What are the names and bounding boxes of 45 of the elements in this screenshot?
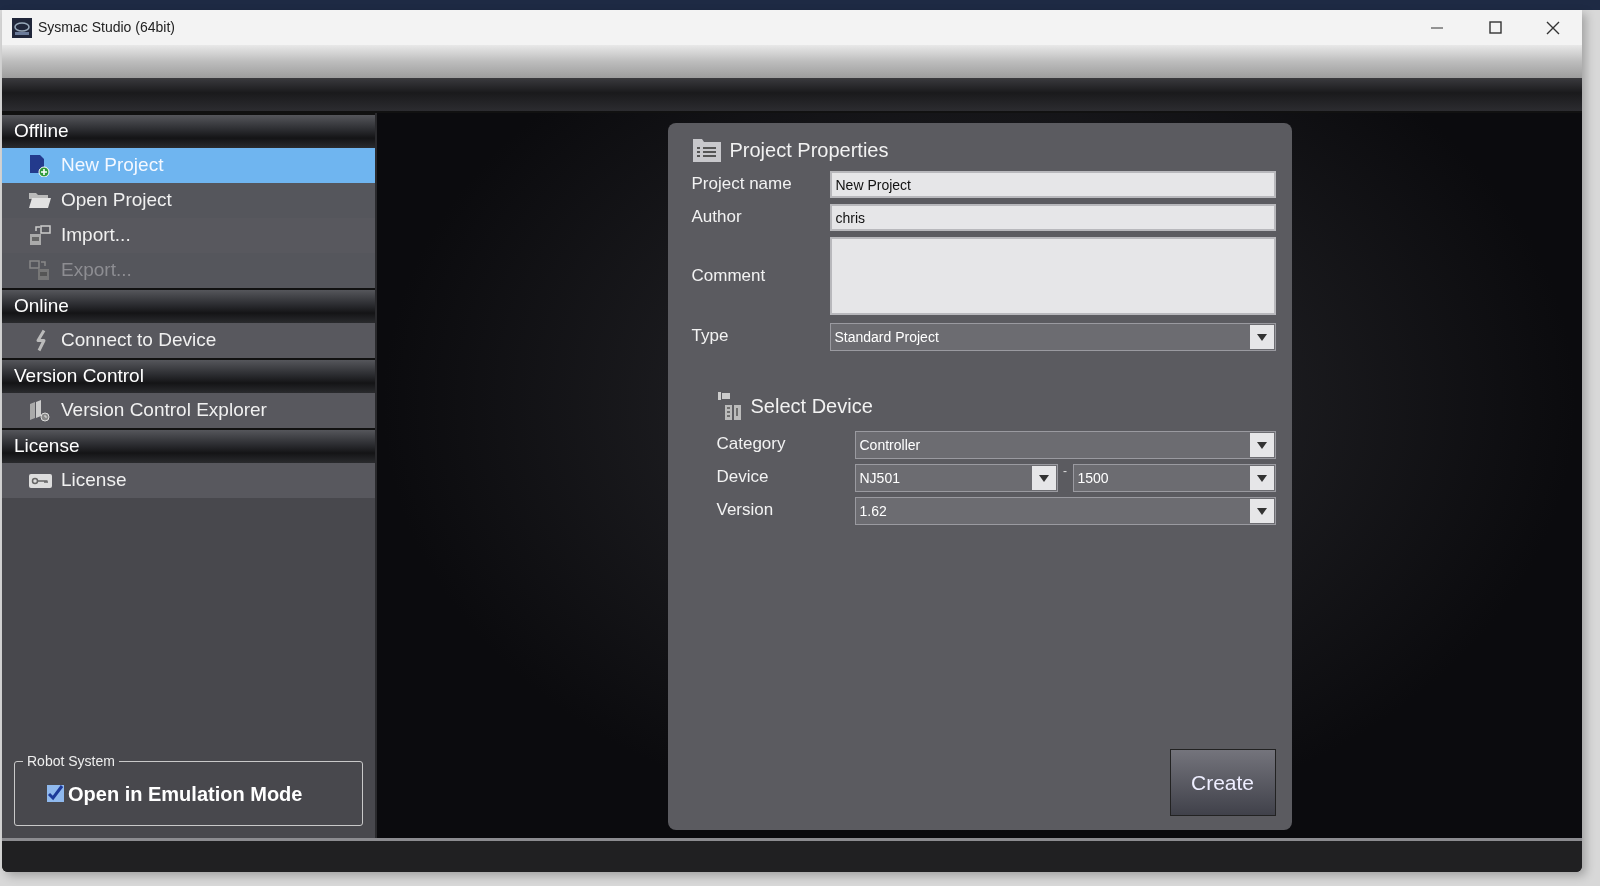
field-label: Device: [716, 466, 770, 488]
computer-transfer-icon: [28, 224, 53, 247]
section-header: Offline: [2, 113, 375, 148]
dropdown[interactable]: Standard Project: [829, 323, 1276, 351]
new-file-icon: [28, 154, 53, 177]
field-label: Project name: [691, 173, 793, 195]
caret-icon: [1249, 433, 1274, 457]
app-logo-icon: [12, 17, 32, 38]
sidebar-item[interactable]: Open Project: [2, 183, 375, 218]
sidebar-item[interactable]: Connect to Device: [2, 323, 375, 358]
sidebar-item[interactable]: Import...: [2, 218, 375, 253]
field-label: Type: [691, 325, 730, 347]
list-folder-icon: [691, 137, 722, 163]
caret-icon: [1249, 499, 1274, 523]
caret-icon: [1031, 466, 1056, 490]
window-title: Sysmac Studio (64bit): [38, 18, 175, 37]
sidebar-item[interactable]: Version Control Explorer: [2, 393, 375, 428]
checkbox-label: Open in Emulation Mode: [68, 781, 303, 807]
dropdown[interactable]: 1.62: [854, 497, 1276, 525]
separator-text: -: [1062, 464, 1068, 478]
dropdown[interactable]: NJ501: [854, 464, 1058, 492]
lightning-icon: [35, 329, 47, 352]
caret-icon: [1249, 466, 1274, 490]
section-header: License: [2, 428, 375, 463]
comment-field[interactable]: [829, 237, 1276, 315]
text-field[interactable]: chris: [829, 204, 1276, 231]
section-header: Online: [2, 288, 375, 323]
field-label: Version: [716, 499, 775, 521]
field-label: Comment: [691, 265, 767, 287]
panel-title: Project Properties: [729, 138, 889, 163]
maximize-icon: [1488, 21, 1502, 34]
device-icon: [716, 391, 743, 421]
dropdown[interactable]: Controller: [854, 431, 1276, 459]
create-button[interactable]: Create: [1169, 749, 1276, 816]
dropdown[interactable]: 1500: [1072, 464, 1276, 492]
field-label: Category: [716, 433, 787, 455]
field-label: Author: [691, 206, 743, 228]
section-header: Version Control: [2, 358, 375, 393]
caret-icon: [1249, 325, 1274, 349]
document-stack-clock-icon: [28, 399, 53, 422]
close-icon: [1546, 20, 1560, 35]
text-field[interactable]: New Project: [829, 171, 1276, 198]
section-title: Select Device: [750, 394, 873, 419]
emulation-checkbox[interactable]: [47, 785, 64, 802]
sidebar-item[interactable]: License: [2, 463, 375, 498]
